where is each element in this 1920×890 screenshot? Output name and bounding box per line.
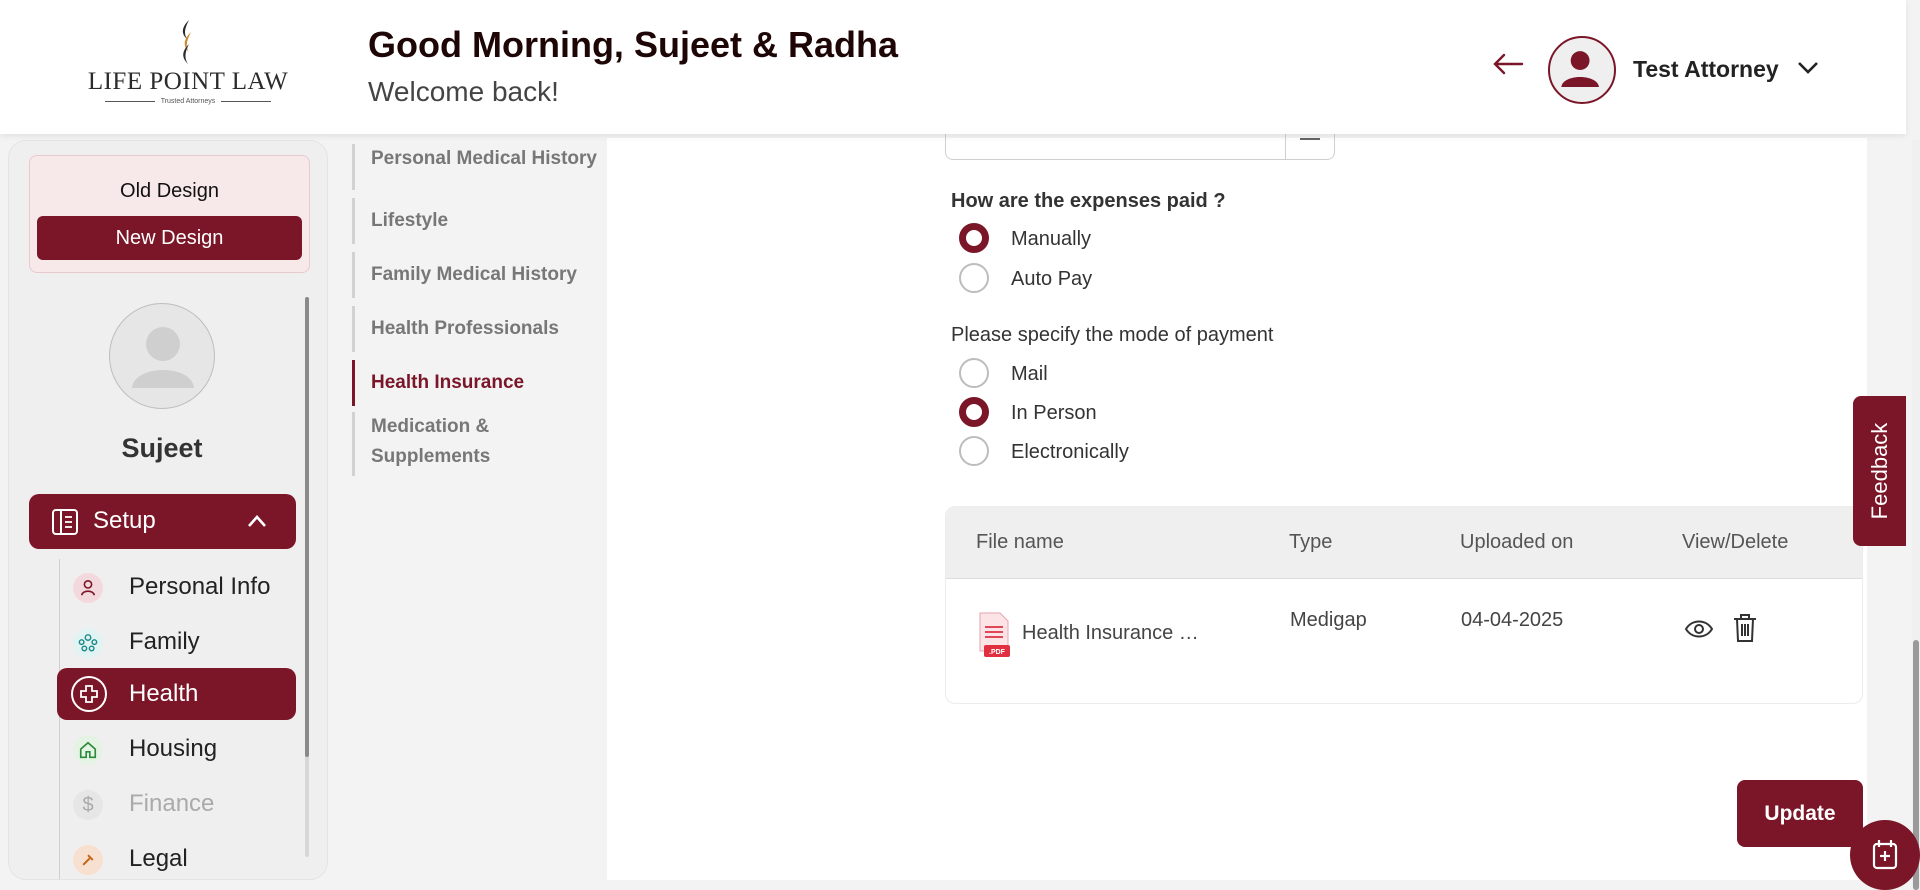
radio-label-auto-pay: Auto Pay: [1011, 268, 1093, 290]
welcome-subtitle: Welcome back!: [368, 76, 559, 107]
sidebar-item-legal[interactable]: Legal: [57, 833, 296, 879]
radio-auto-pay[interactable]: [959, 263, 989, 293]
feedback-label: Feedback: [1866, 422, 1892, 520]
radio-label-in-person: In Person: [1011, 402, 1097, 424]
setup-section-toggle[interactable]: Setup: [29, 494, 296, 549]
payment-question: Please specify the mode of payment: [951, 324, 1274, 346]
section-lifestyle[interactable]: Lifestyle: [352, 198, 448, 244]
sidebar-item-finance[interactable]: $ Finance: [57, 778, 296, 830]
new-design-button[interactable]: New Design: [37, 216, 302, 260]
floating-action-button[interactable]: [1850, 820, 1920, 890]
avatar[interactable]: [109, 303, 215, 409]
uploaded-files-table: File name Type Uploaded on View/Delete .…: [945, 506, 1863, 704]
sidebar-item-label: Health: [129, 680, 199, 707]
feedback-tab[interactable]: Feedback: [1853, 396, 1906, 546]
radio-label-manually: Manually: [1011, 228, 1092, 250]
user-placeholder-icon: [132, 327, 194, 388]
sidebar: Old Design New Design Sujeet Setup Perso…: [8, 140, 328, 880]
logo-mark-icon: [182, 20, 191, 64]
back-arrow-icon[interactable]: [1492, 52, 1524, 76]
greeting-title: Good Morning, Sujeet & Radha: [368, 24, 898, 65]
radio-in-person[interactable]: [959, 397, 989, 427]
eye-icon[interactable]: [1684, 617, 1714, 641]
user-silhouette-icon: [1561, 51, 1599, 87]
profile-avatar[interactable]: [1548, 36, 1616, 104]
sidebar-item-label: Legal: [129, 845, 188, 872]
design-switcher: Old Design New Design: [29, 155, 310, 273]
radio-manually[interactable]: [959, 223, 989, 253]
col-header-type: Type: [1289, 531, 1333, 553]
section-health-insurance[interactable]: Health Insurance: [352, 360, 524, 406]
chevron-down-icon[interactable]: [1796, 60, 1820, 76]
family-icon: [73, 628, 103, 658]
logo-tagline: Trusted Attorneys: [160, 98, 216, 105]
col-header-file-name: File name: [976, 531, 1064, 553]
sidebar-item-personal-info[interactable]: Personal Info: [57, 561, 296, 613]
person-icon: [73, 573, 103, 603]
health-section-nav: Personal Medical History Lifestyle Famil…: [350, 140, 610, 490]
radio-electronically[interactable]: [959, 436, 989, 466]
sidebar-item-label: Family: [129, 628, 200, 655]
user-name: Sujeet: [121, 433, 203, 463]
sidebar-item-health[interactable]: Health: [57, 668, 296, 720]
radio-mail[interactable]: [959, 358, 989, 388]
home-icon: [73, 735, 103, 765]
page-scroll-track: [1912, 140, 1920, 890]
logo-tagline-row: Trusted Attorneys: [86, 98, 290, 105]
trash-icon[interactable]: [1732, 613, 1758, 643]
svg-text:.PDF: .PDF: [989, 649, 1006, 656]
col-header-uploaded-on: Uploaded on: [1460, 531, 1574, 553]
radio-label-mail: Mail: [1011, 363, 1048, 385]
section-personal-medical-history[interactable]: Personal Medical History: [352, 144, 597, 190]
legal-icon: [73, 845, 103, 875]
main-content: How are the expenses paid ? Manually Aut…: [607, 128, 1867, 880]
section-label-line2: Supplements: [371, 446, 491, 467]
table-header-row: File name Type Uploaded on View/Delete: [946, 507, 1862, 579]
dollar-icon: $: [73, 790, 103, 820]
sidebar-item-family[interactable]: Family: [57, 616, 296, 668]
old-design-button[interactable]: Old Design: [30, 180, 309, 203]
top-header: LIFE POINT LAW Trusted Attorneys Good Mo…: [0, 0, 1906, 134]
file-type-cell: Medigap: [1290, 609, 1367, 631]
section-family-medical-history[interactable]: Family Medical History: [352, 252, 577, 298]
update-button[interactable]: Update: [1737, 780, 1863, 847]
file-name-cell: Health Insurance …: [1022, 622, 1199, 644]
uploaded-on-cell: 04-04-2025: [1461, 609, 1564, 631]
health-plus-icon: [71, 676, 107, 712]
setup-book-icon: [52, 509, 78, 535]
add-note-icon: [1872, 840, 1898, 870]
pdf-file-icon[interactable]: .PDF: [976, 611, 1012, 659]
sidebar-item-housing[interactable]: Housing: [57, 723, 296, 775]
setup-label: Setup: [93, 507, 156, 534]
calendar-icon[interactable]: [1300, 134, 1320, 140]
expenses-question: How are the expenses paid ?: [951, 190, 1226, 212]
sidebar-item-label: Housing: [129, 735, 218, 762]
sidebar-item-label: Personal Info: [129, 573, 271, 600]
logo[interactable]: LIFE POINT LAW Trusted Attorneys: [86, 18, 290, 110]
sidebar-scrollbar[interactable]: [305, 297, 309, 757]
radio-label-electronically: Electronically: [1011, 441, 1129, 463]
col-header-view-delete: View/Delete: [1682, 531, 1789, 553]
sidebar-item-label: Finance: [129, 790, 215, 817]
section-health-professionals[interactable]: Health Professionals: [352, 306, 559, 352]
section-label-line1: Medication &: [371, 416, 490, 437]
profile-name[interactable]: Test Attorney: [1633, 56, 1779, 83]
chevron-up-icon: [248, 515, 266, 527]
section-medication-supplements[interactable]: Medication & Supplements: [352, 412, 490, 476]
logo-text: LIFE POINT LAW: [87, 68, 289, 95]
